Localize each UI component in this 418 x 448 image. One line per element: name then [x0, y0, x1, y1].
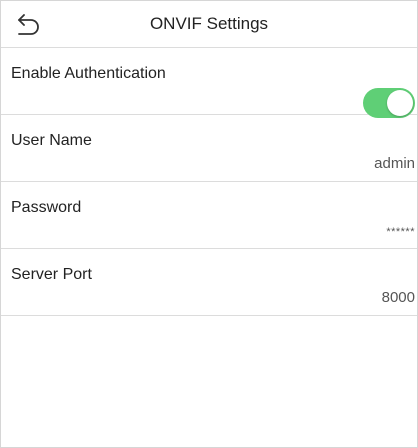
onvif-settings-screen: ONVIF Settings Enable Authentication Use… [0, 0, 418, 448]
user-name-value: admin [374, 155, 415, 172]
setting-row-user-name[interactable]: User Name admin [1, 115, 417, 182]
enable-authentication-toggle[interactable] [363, 88, 415, 118]
server-port-value: 8000 [381, 289, 415, 306]
header-bar: ONVIF Settings [1, 1, 417, 48]
setting-row-enable-authentication[interactable]: Enable Authentication [1, 48, 417, 118]
setting-row-server-port[interactable]: Server Port 8000 [1, 249, 417, 316]
user-name-label: User Name [11, 132, 92, 149]
setting-row-password[interactable]: Password ****** [1, 182, 417, 249]
page-title: ONVIF Settings [149, 14, 269, 33]
toggle-knob [387, 90, 413, 116]
password-label: Password [11, 199, 82, 216]
server-port-label: Server Port [11, 266, 92, 283]
enable-authentication-label: Enable Authentication [11, 65, 166, 82]
password-value: ****** [386, 226, 415, 238]
